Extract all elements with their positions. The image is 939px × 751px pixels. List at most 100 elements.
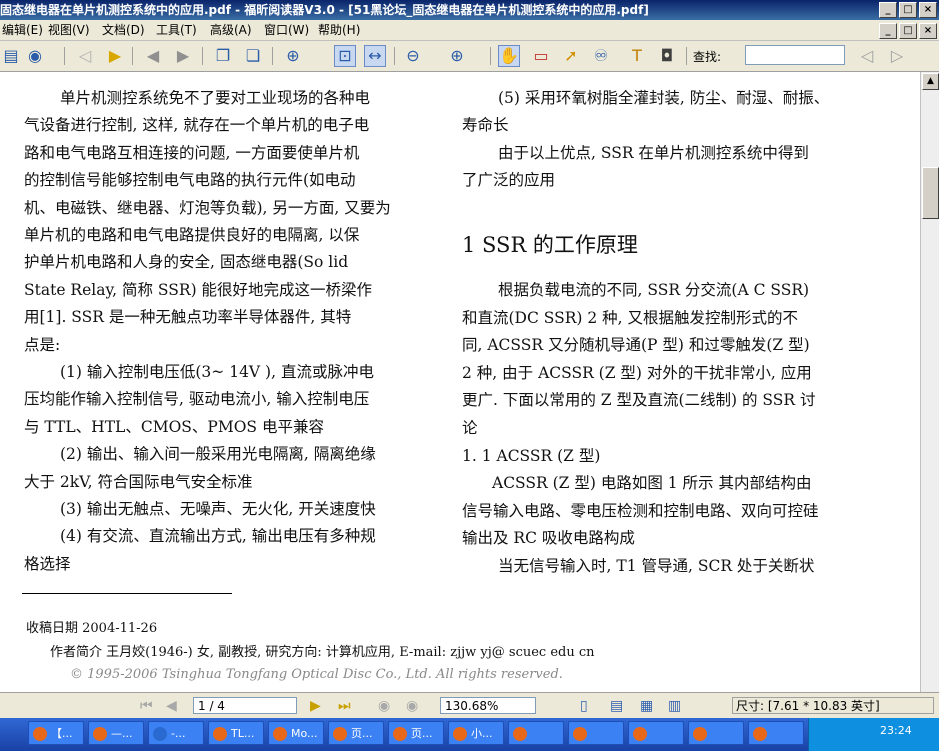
globe-icon[interactable]: ◉: [24, 45, 46, 67]
taskbar-item[interactable]: [568, 721, 624, 745]
facing-view-icon[interactable]: ▦: [640, 698, 653, 714]
maximize-button[interactable]: □: [899, 2, 917, 18]
single-page-icon[interactable]: ❐: [212, 45, 234, 67]
menu-bar: 编辑(E) 视图(V) 文档(D) 工具(T) 高级(A) 窗口(W) 帮助(H…: [0, 20, 939, 41]
taskbar-item[interactable]: [748, 721, 804, 745]
fit-width-icon[interactable]: ↔: [364, 45, 386, 67]
text-line: 与 TTL、HTL、CMOS、PMOS 电平兼容: [24, 417, 324, 436]
taskbar-item[interactable]: Mo...: [268, 721, 324, 745]
facing-pages-icon[interactable]: ❏: [242, 45, 264, 67]
text-line: (2) 输出、输入间一般采用光电隔离, 隔离绝缘: [60, 445, 376, 464]
next-page-button-icon[interactable]: ▶: [310, 698, 321, 714]
doc-restore-button[interactable]: □: [899, 23, 917, 39]
app-icon: [153, 727, 167, 741]
find-previous-icon[interactable]: ◁: [856, 45, 878, 67]
first-page-icon[interactable]: ◁: [74, 45, 96, 67]
taskbar-item[interactable]: 页...: [328, 721, 384, 745]
taskbar-item[interactable]: [628, 721, 684, 745]
text-line: 用[1]. SSR 是一种无触点功率半导体器件, 其特: [24, 308, 352, 327]
taskbar-item[interactable]: TL...: [208, 721, 264, 745]
text-line: 寿命长: [462, 116, 509, 135]
continuous-facing-view-icon[interactable]: ▥: [668, 698, 681, 714]
zoom-level-select[interactable]: 130.68%: [440, 697, 536, 714]
app-icon: [93, 727, 107, 741]
camera-icon[interactable]: ◘: [656, 45, 678, 67]
binoculars-icon[interactable]: ♾: [590, 45, 612, 67]
select-arrow-icon[interactable]: ➚: [560, 45, 582, 67]
app-icon: [273, 727, 287, 741]
snapshot-icon[interactable]: ▭: [530, 45, 552, 67]
taskbar-item[interactable]: [508, 721, 564, 745]
scroll-thumb[interactable]: [922, 167, 939, 219]
menu-edit[interactable]: 编辑(E): [0, 20, 45, 40]
back-icon[interactable]: ◀: [142, 45, 164, 67]
text-line: (1) 输入控制电压低(3~ 14V ), 直流或脉冲电: [60, 363, 374, 381]
menu-tools[interactable]: 工具(T): [154, 20, 199, 40]
prev-page-button-icon[interactable]: ◀: [166, 698, 177, 714]
text-line: 2 种, 由于 ACSSR (Z 型) 对外的干扰非常小, 应用: [462, 363, 812, 382]
history-back-icon[interactable]: ◉: [378, 698, 390, 714]
text-line: 压均能作输入控制信号, 驱动电流小, 输入控制电压: [24, 390, 370, 409]
find-next-icon[interactable]: ▷: [886, 45, 908, 67]
footnote-author: 作者简介 王月姣(1946-) 女, 副教授, 研究方向: 计算机应用, E-m…: [50, 645, 595, 660]
text-line: 大于 2kV, 符合国际电气安全标准: [24, 472, 253, 491]
zoom-in-icon[interactable]: ⊕: [446, 45, 468, 67]
doc-close-button[interactable]: ×: [919, 23, 937, 39]
menu-window[interactable]: 窗口(W): [262, 20, 311, 40]
taskbar-item[interactable]: 【...: [28, 721, 84, 745]
document-view[interactable]: 单片机测控系统免不了要对工业现场的各种电 气设备进行控制, 这样, 就存在一个单片…: [0, 72, 920, 692]
menu-view[interactable]: 视图(V): [46, 20, 92, 40]
toolbar-separator: [272, 47, 273, 65]
taskbar-item[interactable]: [688, 721, 744, 745]
taskbar-item[interactable]: -...: [148, 721, 204, 745]
toolbar-separator: [132, 47, 133, 65]
next-page-icon[interactable]: ▶: [104, 45, 126, 67]
minimize-button[interactable]: _: [879, 2, 897, 18]
window-title: 固态继电器在单片机测控系统中的应用.pdf - 福昕阅读器V3.0 - [51黑…: [0, 3, 649, 17]
text-line: 格选择: [24, 554, 71, 573]
system-tray: [808, 718, 939, 751]
find-input[interactable]: [745, 45, 845, 65]
text-line: 的控制信号能够控制电气电路的执行元件(如电动: [24, 171, 356, 190]
taskbar-item[interactable]: —...: [88, 721, 144, 745]
text-line: 1. 1 ACSSR (Z 型): [462, 446, 601, 465]
fit-page-icon[interactable]: ⊡: [334, 45, 356, 67]
taskbar-item[interactable]: 页...: [388, 721, 444, 745]
menu-help[interactable]: 帮助(H): [316, 20, 362, 40]
text-line: 路和电气电路互相连接的问题, 一方面要使单片机: [24, 143, 360, 162]
page-number-input[interactable]: 1 / 4: [193, 697, 297, 714]
text-line: 当无信号输入时, T1 管导通, SCR 处于关断状: [498, 557, 815, 575]
zoom-icon[interactable]: ⊕: [282, 45, 304, 67]
scroll-up-icon[interactable]: ▲: [922, 73, 939, 90]
clock: 23:24: [880, 724, 912, 737]
first-page-button-icon[interactable]: ⏮: [140, 698, 153, 714]
close-button[interactable]: ×: [919, 2, 937, 18]
footnote-received: 收稿日期 2004-11-26: [26, 621, 158, 636]
text-line: (5) 采用环氧树脂全灌封装, 防尘、耐湿、耐振、: [498, 89, 830, 107]
vertical-scrollbar[interactable]: ▲: [920, 72, 939, 692]
text-line: (3) 输出无触点、无噪声、无火化, 开关速度快: [60, 500, 376, 518]
text-line: 论: [462, 419, 478, 437]
footnote-divider: [22, 593, 232, 594]
app-icon: [453, 727, 467, 741]
forward-icon[interactable]: ▶: [172, 45, 194, 67]
page-size-readout: 尺寸: [7.61 * 10.83 英寸]: [732, 697, 934, 714]
continuous-view-icon[interactable]: ▤: [610, 698, 623, 714]
single-page-view-icon[interactable]: ▯: [580, 698, 588, 714]
last-page-button-icon[interactable]: ⏭: [338, 698, 351, 714]
text-tool-icon[interactable]: T: [626, 45, 648, 67]
app-icon: [753, 727, 767, 741]
menu-advanced[interactable]: 高级(A): [208, 20, 254, 40]
zoom-out-icon[interactable]: ⊖: [402, 45, 424, 67]
history-forward-icon[interactable]: ◉: [406, 698, 418, 714]
text-line: 单片机的电路和电气电路提供良好的电隔离, 以保: [24, 226, 360, 244]
print-icon[interactable]: ▤: [0, 45, 22, 67]
doc-minimize-button[interactable]: _: [879, 23, 897, 39]
hand-tool-icon[interactable]: ✋: [498, 45, 520, 67]
toolbar-separator: [64, 47, 65, 65]
taskbar-item[interactable]: 小...: [448, 721, 504, 745]
section-heading: 1 SSR 的工作原理: [462, 233, 638, 257]
menu-document[interactable]: 文档(D): [100, 20, 147, 40]
text-line: 信号输入电路、零电压检测和控制电路、双向可控硅: [462, 501, 819, 520]
find-label: 查找:: [693, 50, 722, 64]
